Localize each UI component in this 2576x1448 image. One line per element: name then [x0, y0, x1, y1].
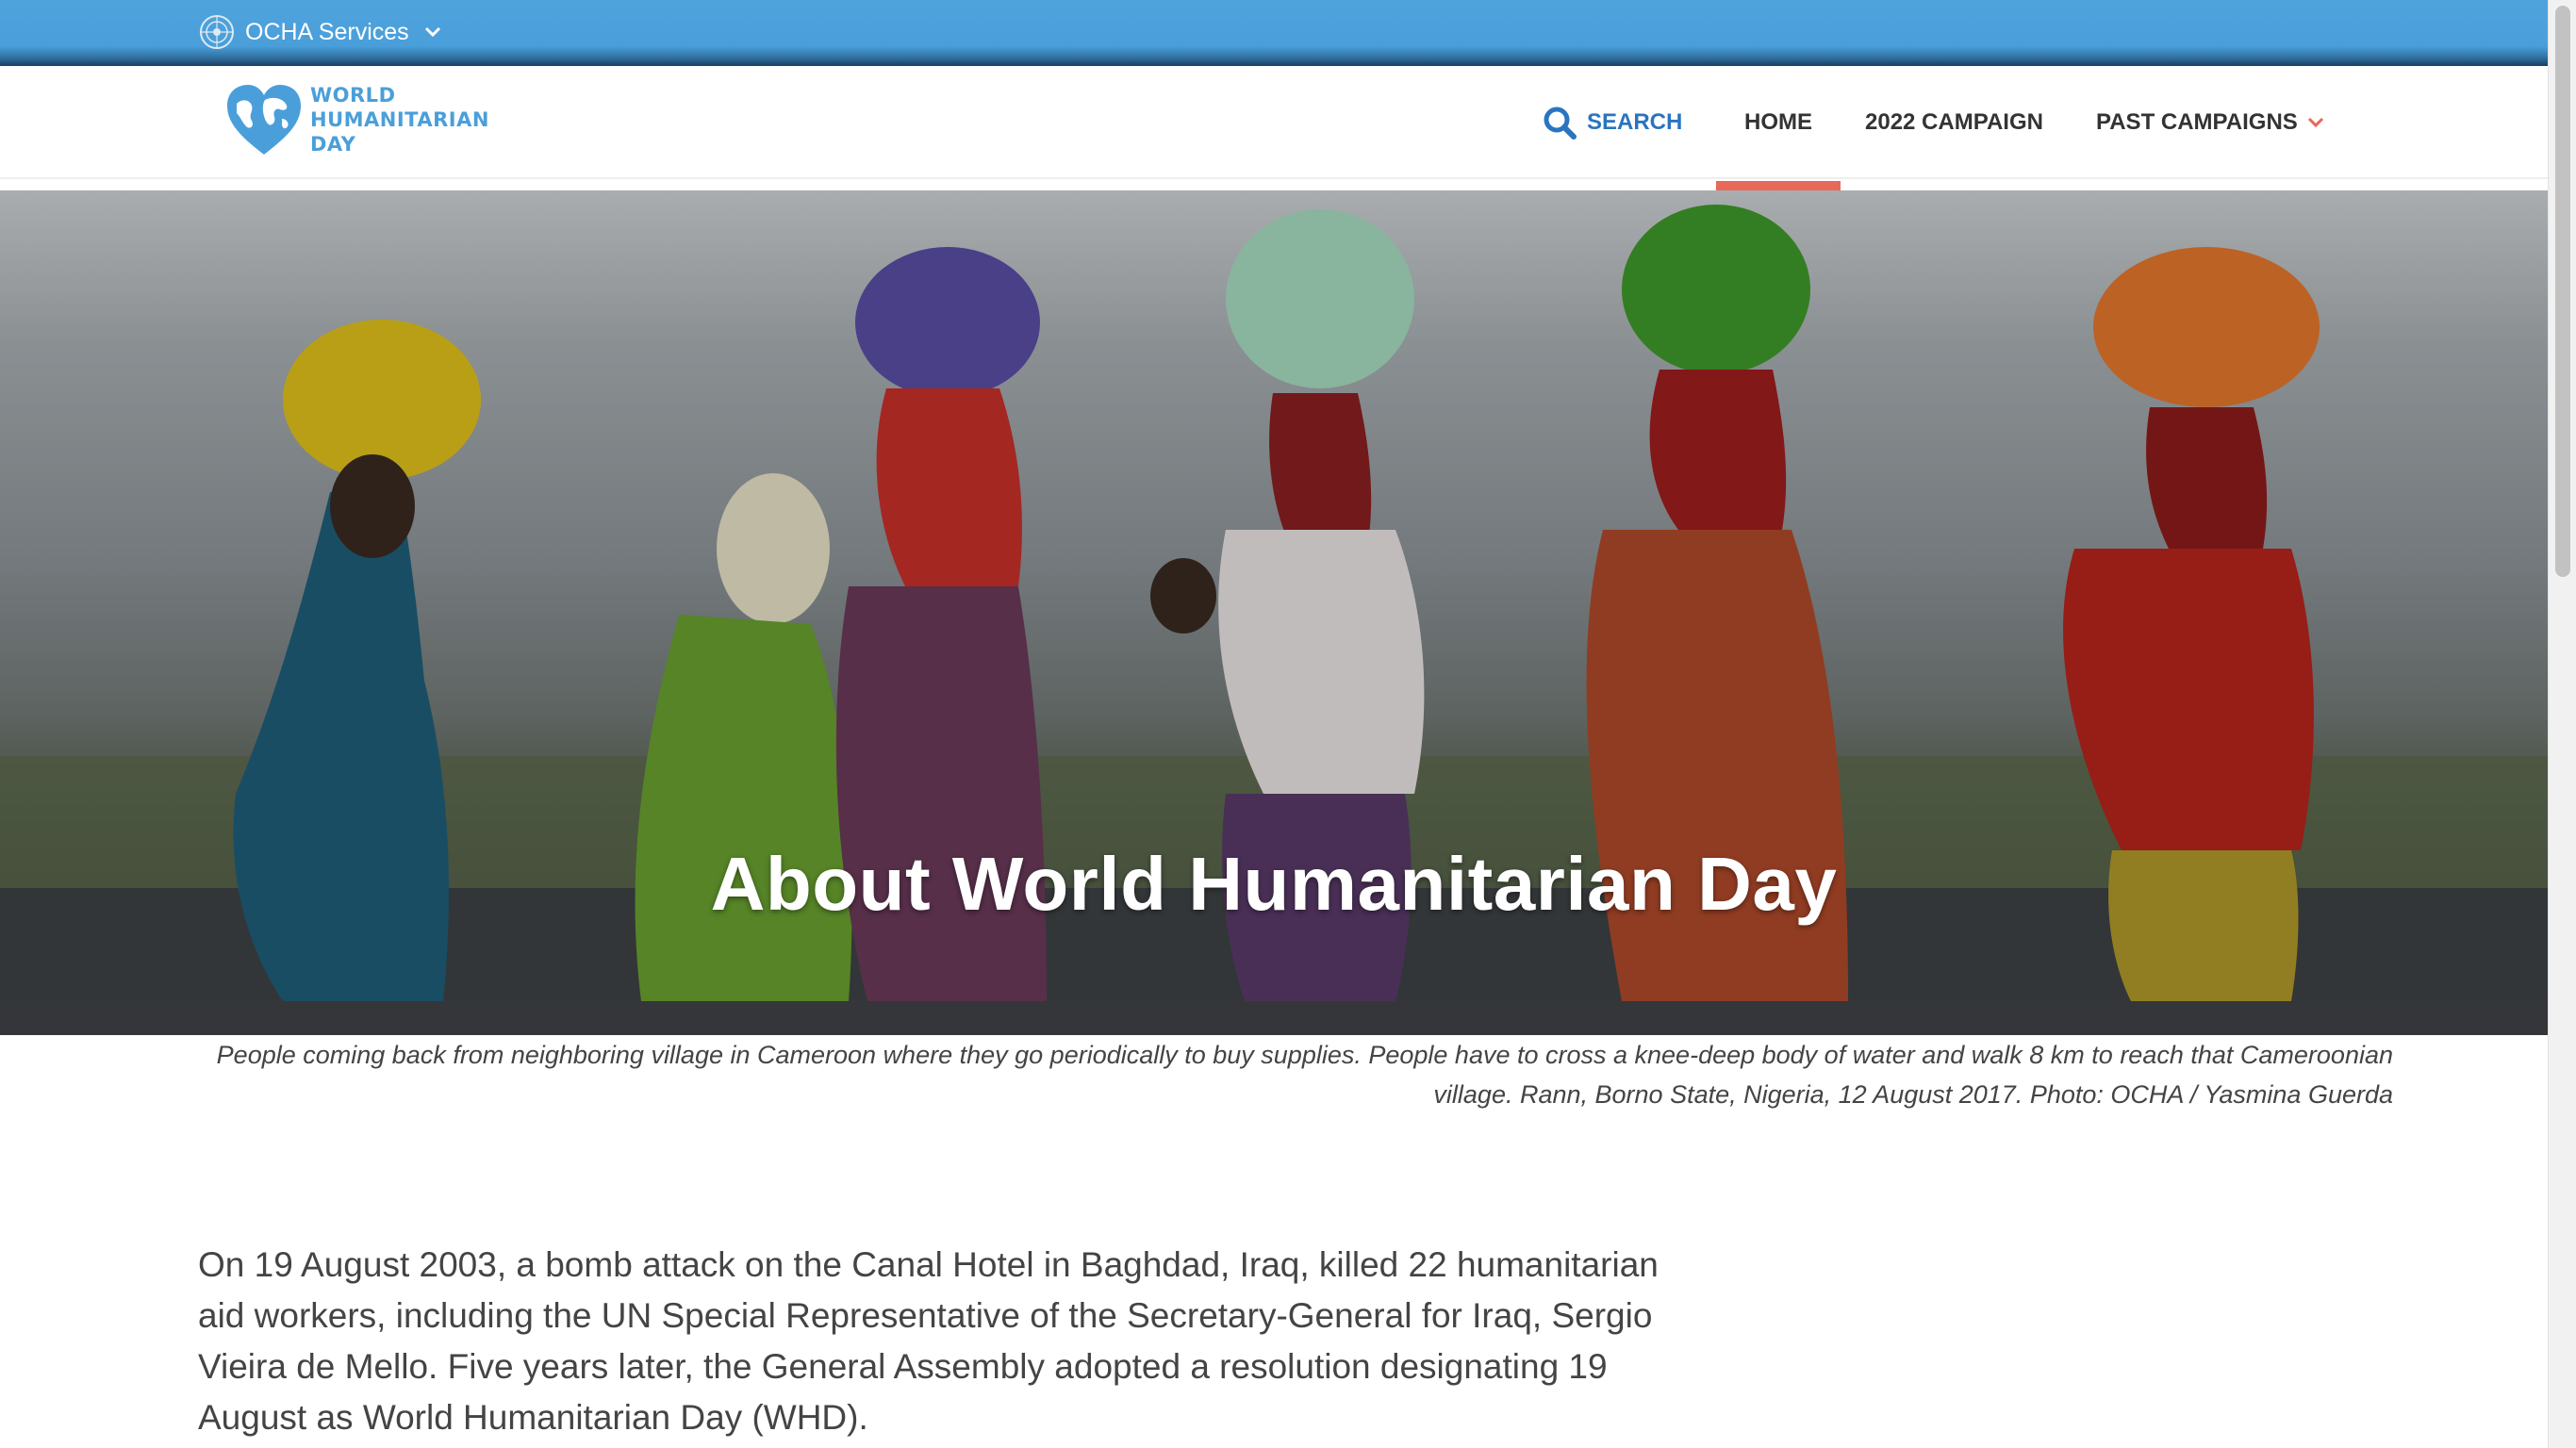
page-title: About World Humanitarian Day	[710, 842, 1838, 926]
search-icon	[1544, 107, 1577, 140]
logo-line-3: DAY	[310, 133, 356, 156]
ocha-services-bar: OCHA Services	[0, 0, 2548, 66]
hero-banner: About World Humanitarian Day	[0, 190, 2548, 1035]
search-label: SEARCH	[1587, 109, 1683, 135]
un-emblem-icon	[200, 15, 234, 49]
nav-home[interactable]: HOME	[1744, 109, 1812, 136]
nav-past-campaigns[interactable]: PAST CAMPAIGNS	[2096, 109, 2326, 136]
intro-paragraph: On 19 August 2003, a bomb attack on the …	[198, 1245, 1659, 1437]
chevron-down-icon	[2307, 117, 2323, 128]
site-logo[interactable]: WORLD HUMANITARIAN DAY	[223, 81, 489, 158]
nav-2022-campaign[interactable]: 2022 CAMPAIGN	[1865, 109, 2043, 136]
nav-active-indicator	[1716, 181, 1841, 190]
ocha-services-menu[interactable]: OCHA Services	[198, 13, 443, 51]
ocha-services-label: OCHA Services	[245, 18, 409, 45]
logo-line-1: WORLD	[310, 84, 396, 107]
heart-globe-icon	[227, 85, 301, 155]
scrollbar-thumb[interactable]	[2555, 6, 2570, 577]
site-header: WORLD HUMANITARIAN DAY SEARCH HOME 2022 …	[0, 66, 2548, 179]
photo-caption: People coming back from neighboring vill…	[216, 1041, 2393, 1109]
chevron-down-icon	[424, 26, 440, 38]
logo-line-2: HUMANITARIAN	[310, 108, 489, 131]
search-button[interactable]: SEARCH	[1542, 104, 1682, 141]
logo-wordmark: WORLD HUMANITARIAN DAY	[310, 83, 489, 156]
nav-past-campaigns-label: PAST CAMPAIGNS	[2096, 109, 2298, 135]
